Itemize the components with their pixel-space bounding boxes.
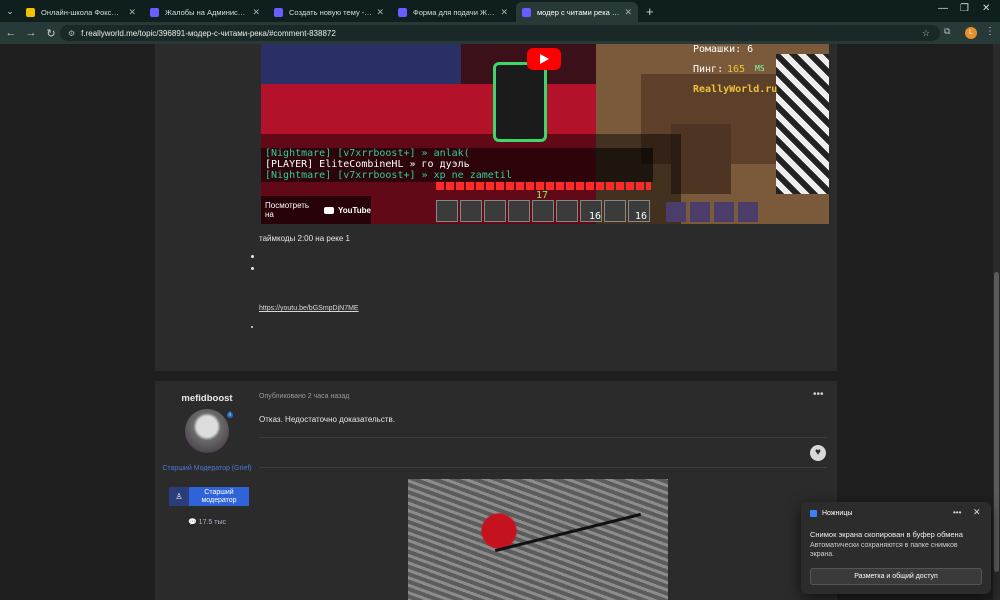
- post-menu-icon[interactable]: •••: [813, 389, 824, 400]
- toast-body: Автоматически сохраняются в папке снимко…: [810, 542, 958, 558]
- url-field[interactable]: ⚙ f.reallyworld.me/topic/396891-модер-с-…: [60, 25, 940, 41]
- author-name[interactable]: mefidboost: [155, 393, 259, 404]
- youtube-play-icon[interactable]: [527, 48, 561, 70]
- stat-ping-value: 165: [727, 64, 746, 75]
- stat-ms: MS: [755, 64, 765, 73]
- tab-search-icon[interactable]: ⌄: [0, 0, 20, 22]
- back-icon[interactable]: ←: [2, 27, 20, 39]
- address-bar: ← → ↻ ⚙ f.reallyworld.me/topic/396891-мо…: [0, 22, 1000, 44]
- snipping-tool-icon: [810, 510, 817, 517]
- scrollbar-thumb[interactable]: [994, 272, 999, 572]
- wolf-sprite: [776, 54, 829, 194]
- close-tab-icon[interactable]: ✕: [252, 7, 260, 18]
- tab-bar: ⌄ Онлайн-школа Фоксфорд ✕ Жалобы на Адми…: [0, 0, 1000, 22]
- url-text: f.reallyworld.me/topic/396891-модер-с-чи…: [81, 28, 336, 38]
- toast-title: Снимок экрана скопирован в буфер обмена: [810, 530, 963, 539]
- browser-menu-icon[interactable]: ⋮: [985, 26, 995, 37]
- toast-app-name: Ножницы: [822, 510, 853, 517]
- minimize-icon[interactable]: —: [938, 3, 948, 14]
- reallyworld-favicon: [274, 7, 283, 17]
- author-role: Старший Модератор (Grief): [162, 465, 252, 472]
- armor-slots: [666, 202, 758, 222]
- reallyworld-favicon: [522, 7, 531, 17]
- hotbar-count: 16: [589, 211, 602, 222]
- new-tab-icon[interactable]: +: [646, 4, 654, 19]
- divider: [259, 437, 827, 438]
- watch-on-label: Посмотреть на: [265, 201, 310, 219]
- toast-close-icon[interactable]: ✕: [973, 507, 981, 518]
- tab-title: модер с читами река - Жалоб: [537, 7, 620, 17]
- youtube-logo-icon: [324, 206, 334, 214]
- stat-camomile: Ромашки: 6: [693, 44, 754, 55]
- reputation-value: 17.5 тыс: [198, 519, 226, 526]
- toast-header: Ножницы: [810, 510, 852, 517]
- post-timestamp: Опубликовано 2 часа назад: [259, 393, 350, 400]
- close-tab-icon[interactable]: ✕: [376, 7, 384, 18]
- close-tab-icon[interactable]: ✕: [500, 7, 508, 18]
- list-bullet: [251, 326, 253, 328]
- tab-title: Жалобы на Администрацию: [165, 7, 248, 17]
- tab-foxford[interactable]: Онлайн-школа Фоксфорд ✕: [20, 2, 142, 22]
- restore-icon[interactable]: ❐: [960, 3, 969, 14]
- badge-label: Старший модератор: [189, 487, 249, 506]
- close-tab-icon[interactable]: ✕: [128, 7, 136, 18]
- avatar[interactable]: [185, 409, 229, 453]
- post-text: Отказ. Недостаточно доказательств.: [259, 415, 395, 424]
- post-second: mefidboost i Старший Модератор (Grief) ♙…: [155, 381, 837, 600]
- reload-icon[interactable]: ↻: [42, 27, 60, 40]
- extensions-icon[interactable]: ⧉: [944, 26, 950, 37]
- close-window-icon[interactable]: ✕: [982, 3, 990, 14]
- staff-indicator-icon: i: [225, 410, 235, 420]
- reallyworld-favicon: [398, 7, 407, 17]
- site-info-icon[interactable]: ⚙: [68, 29, 75, 38]
- chat-line: [Nightmare] [v7xrrboost+] » anlak(: [265, 148, 470, 159]
- tab-title: Онлайн-школа Фоксфорд: [41, 7, 125, 17]
- stat-ping-label: Пинг:: [693, 64, 724, 75]
- hotbar: [436, 200, 656, 222]
- tab-title: Создать новую тему - ReallyW: [289, 7, 372, 17]
- post-first: Ромашки: 6 Пинг: 165 MS ReallyWorld.ru […: [155, 44, 837, 371]
- reaction-heart-icon[interactable]: ♥: [810, 445, 826, 461]
- watch-on-youtube-button[interactable]: Посмотреть на YouTube: [261, 196, 371, 224]
- reallyworld-favicon: [150, 7, 159, 17]
- reputation-count: 💬 17.5 тыс: [188, 519, 226, 526]
- server-brand: ReallyWorld.ru: [693, 84, 778, 95]
- player-sprite: [493, 62, 547, 142]
- hotbar-count: 16: [635, 211, 648, 222]
- tab-current[interactable]: модер с читами река - Жалоб ✕: [516, 2, 638, 22]
- badge-icon: ♙: [169, 487, 189, 506]
- role-badge: ♙ Старший модератор: [169, 487, 249, 506]
- tab-complaint-form[interactable]: Форма для подачи Жалобы н ✕: [392, 2, 514, 22]
- game-chat: [Nightmare] [v7xrrboost+] » anlak( [PLAY…: [261, 148, 653, 182]
- youtube-label: YouTube: [337, 205, 371, 215]
- tab-complaints[interactable]: Жалобы на Администрацию ✕: [144, 2, 266, 22]
- list-bullet: [251, 267, 254, 270]
- bookmark-star-icon[interactable]: ☆: [922, 28, 930, 39]
- list-bullet: [251, 255, 254, 258]
- tab-new-topic[interactable]: Создать новую тему - ReallyW ✕: [268, 2, 390, 22]
- post-text: таймкоды 2:00 на реке 1: [259, 234, 350, 243]
- author-panel: mefidboost i Старший Модератор (Grief) ♙…: [155, 381, 251, 600]
- health-bar: [436, 182, 651, 190]
- youtube-link[interactable]: https://youtu.be/bGSmpDjN7ME: [259, 305, 359, 312]
- forward-icon[interactable]: →: [22, 27, 40, 39]
- profile-avatar[interactable]: L: [965, 27, 977, 39]
- close-tab-icon[interactable]: ✕: [624, 7, 632, 18]
- youtube-embed[interactable]: Ромашки: 6 Пинг: 165 MS ReallyWorld.ru […: [261, 44, 829, 224]
- markup-and-share-button[interactable]: Разметка и общий доступ: [810, 568, 982, 585]
- toast-more-icon[interactable]: •••: [953, 508, 961, 517]
- notification-toast: Ножницы ••• ✕ Снимок экрана скопирован в…: [801, 502, 991, 594]
- divider: [259, 467, 827, 468]
- tab-title: Форма для подачи Жалобы н: [413, 7, 496, 17]
- foxford-favicon: [26, 7, 35, 17]
- chat-line: [Nightmare] [v7xrrboost+] » xp ne zameti…: [265, 170, 512, 181]
- chat-line: [PLAYER] EliteCombineHL » го дуэль: [265, 159, 470, 170]
